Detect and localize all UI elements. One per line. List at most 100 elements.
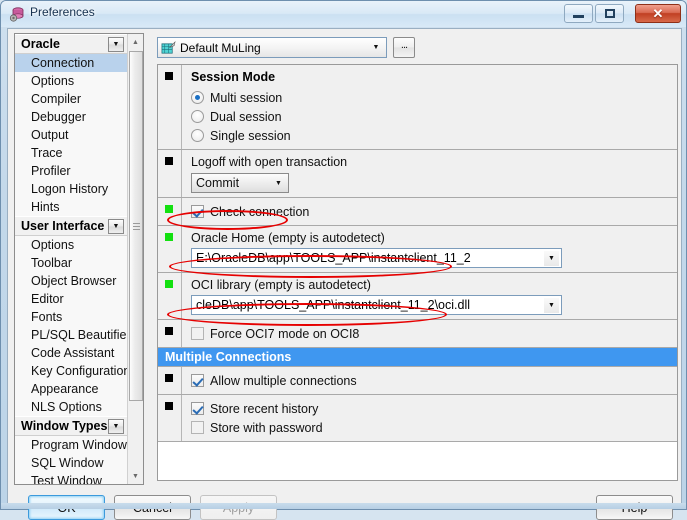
section-marker-icon[interactable] [165, 157, 173, 165]
sidebar-item-plsql-beautifier[interactable]: PL/SQL Beautifier [15, 326, 127, 344]
close-icon: ✕ [652, 5, 664, 21]
chevron-down-icon[interactable]: ▼ [368, 40, 384, 55]
tree-group-window-types[interactable]: Window Types ▼ [15, 416, 127, 436]
sidebar-item-editor[interactable]: Editor [15, 290, 127, 308]
sidebar-item-logon-history[interactable]: Logon History [15, 180, 127, 198]
radio-single-session[interactable]: Single session [191, 126, 677, 145]
tree-group-oracle[interactable]: Oracle ▼ [15, 34, 127, 54]
radio-label: Dual session [210, 109, 282, 124]
section-body: Allow multiple connections [181, 367, 677, 394]
checkbox-label: Store recent history [210, 401, 319, 416]
sidebar-item-code-assistant[interactable]: Code Assistant [15, 344, 127, 362]
radio-multi-session[interactable]: Multi session [191, 88, 677, 107]
profile-browse-button[interactable]: ... [393, 37, 415, 58]
checkbox-icon[interactable] [191, 327, 204, 340]
tree-item-label: Program Window [31, 438, 127, 452]
logoff-select[interactable]: Commit ▼ [191, 173, 289, 193]
maximize-icon [596, 5, 623, 22]
checkbox-force-oci7[interactable]: Force OCI7 mode on OCI8 [191, 324, 677, 343]
section-marker-icon[interactable] [165, 205, 173, 213]
profile-value: Default MuLing [180, 41, 261, 55]
sidebar-item-nls-options[interactable]: NLS Options [15, 398, 127, 416]
section-marker-icon[interactable] [165, 72, 173, 80]
section-marker-icon[interactable] [165, 402, 173, 410]
checkbox-icon[interactable] [191, 421, 204, 434]
radio-dual-session[interactable]: Dual session [191, 107, 677, 126]
sidebar-item-appearance[interactable]: Appearance [15, 380, 127, 398]
oci-library-input[interactable]: cleDB\app\TOOLS_APP\instantclient_11_2\o… [191, 295, 562, 315]
oci-library-value: cleDB\app\TOOLS_APP\instantclient_11_2\o… [196, 298, 470, 312]
sidebar-item-fonts[interactable]: Fonts [15, 308, 127, 326]
scroll-up-icon[interactable]: ▲ [128, 34, 143, 50]
chevron-down-icon[interactable]: ▼ [272, 177, 285, 190]
sidebar-item-options[interactable]: Options [15, 72, 127, 90]
client-area: Oracle ▼ Connection Options Compiler Deb… [7, 28, 682, 520]
close-button[interactable]: ✕ [635, 4, 681, 23]
checkbox-check-connection[interactable]: Check connection [191, 202, 677, 221]
sidebar-item-debugger[interactable]: Debugger [15, 108, 127, 126]
sidebar-item-connection[interactable]: Connection [15, 54, 127, 72]
radio-icon[interactable] [191, 91, 204, 104]
sidebar-item-hints[interactable]: Hints [15, 198, 127, 216]
checkbox-store-with-password[interactable]: Store with password [191, 418, 677, 437]
checkbox-store-recent-history[interactable]: Store recent history [191, 399, 677, 418]
tree-group-label: Window Types [21, 419, 108, 433]
sidebar-item-toolbar[interactable]: Toolbar [15, 254, 127, 272]
scrollbar-thumb[interactable] [129, 51, 143, 401]
checkbox-icon[interactable] [191, 205, 204, 218]
sidebar-item-test-window[interactable]: Test Window [15, 472, 127, 484]
tree-item-label: NLS Options [31, 400, 102, 414]
radio-icon[interactable] [191, 110, 204, 123]
minimize-button[interactable] [564, 4, 593, 23]
tree-item-label: Object Browser [31, 274, 117, 288]
tree-item-label: Hints [31, 200, 60, 214]
sidebar-item-ui-options[interactable]: Options [15, 236, 127, 254]
sidebar-item-program-window[interactable]: Program Window [15, 436, 127, 454]
sidebar-item-trace[interactable]: Trace [15, 144, 127, 162]
section-marker-icon[interactable] [165, 327, 173, 335]
checkbox-icon[interactable] [191, 374, 204, 387]
chevron-down-icon[interactable]: ▼ [108, 37, 124, 52]
section-store-history: Store recent history Store with password [158, 395, 677, 442]
tree-item-label: Trace [31, 146, 63, 160]
section-body: Store recent history Store with password [181, 395, 677, 441]
sidebar-item-object-browser[interactable]: Object Browser [15, 272, 127, 290]
tree-group-user-interface[interactable]: User Interface ▼ [15, 216, 127, 236]
profile-select[interactable]: Default MuLing ▼ [157, 37, 387, 58]
sidebar-item-compiler[interactable]: Compiler [15, 90, 127, 108]
window-bottom-frame [1, 503, 686, 509]
oracle-home-input[interactable]: E:\OracleDB\app\TOOLS_APP\instantclient_… [191, 248, 562, 268]
maximize-button[interactable] [595, 4, 624, 23]
preferences-window: Preferences ✕ Oracle ▼ Connection Option… [0, 0, 687, 520]
tree-item-label: Appearance [31, 382, 99, 396]
tree-scrollbar[interactable]: ▲ ▼ [127, 34, 143, 484]
checkbox-allow-multiple-connections[interactable]: Allow multiple connections [191, 371, 677, 390]
section-marker-icon[interactable] [165, 280, 173, 288]
sidebar-item-output[interactable]: Output [15, 126, 127, 144]
options-list: Session Mode Multi session Dual session … [157, 64, 678, 481]
section-marker-icon[interactable] [165, 374, 173, 382]
section-marker-icon[interactable] [165, 233, 173, 241]
section-allow-multiple: Allow multiple connections [158, 367, 677, 395]
radio-icon[interactable] [191, 129, 204, 142]
chevron-down-icon[interactable]: ▼ [108, 219, 124, 234]
sidebar-item-profiler[interactable]: Profiler [15, 162, 127, 180]
scroll-down-icon[interactable]: ▼ [128, 468, 143, 484]
chevron-down-icon[interactable]: ▼ [108, 419, 124, 434]
section-oracle-home: Oracle Home (empty is autodetect) E:\Ora… [158, 226, 677, 273]
tree-item-label: Fonts [31, 310, 63, 324]
section-session-mode: Session Mode Multi session Dual session … [158, 65, 677, 150]
tree-content: Oracle ▼ Connection Options Compiler Deb… [15, 34, 127, 484]
sidebar-item-key-configuration[interactable]: Key Configuration [15, 362, 127, 380]
section-body: Force OCI7 mode on OCI8 [181, 320, 677, 347]
section-body: OCI library (empty is autodetect) cleDB\… [181, 273, 677, 319]
sidebar-item-sql-window[interactable]: SQL Window [15, 454, 127, 472]
chevron-down-icon[interactable]: ▼ [544, 298, 559, 313]
section-header-multiple-connections: Multiple Connections [158, 348, 677, 367]
checkbox-icon[interactable] [191, 402, 204, 415]
chevron-down-icon[interactable]: ▼ [544, 251, 559, 266]
tree-item-label: Code Assistant [31, 346, 115, 360]
profile-icon [161, 41, 176, 54]
tree-item-label: Debugger [31, 110, 86, 124]
tree-item-label: Logon History [31, 182, 109, 196]
